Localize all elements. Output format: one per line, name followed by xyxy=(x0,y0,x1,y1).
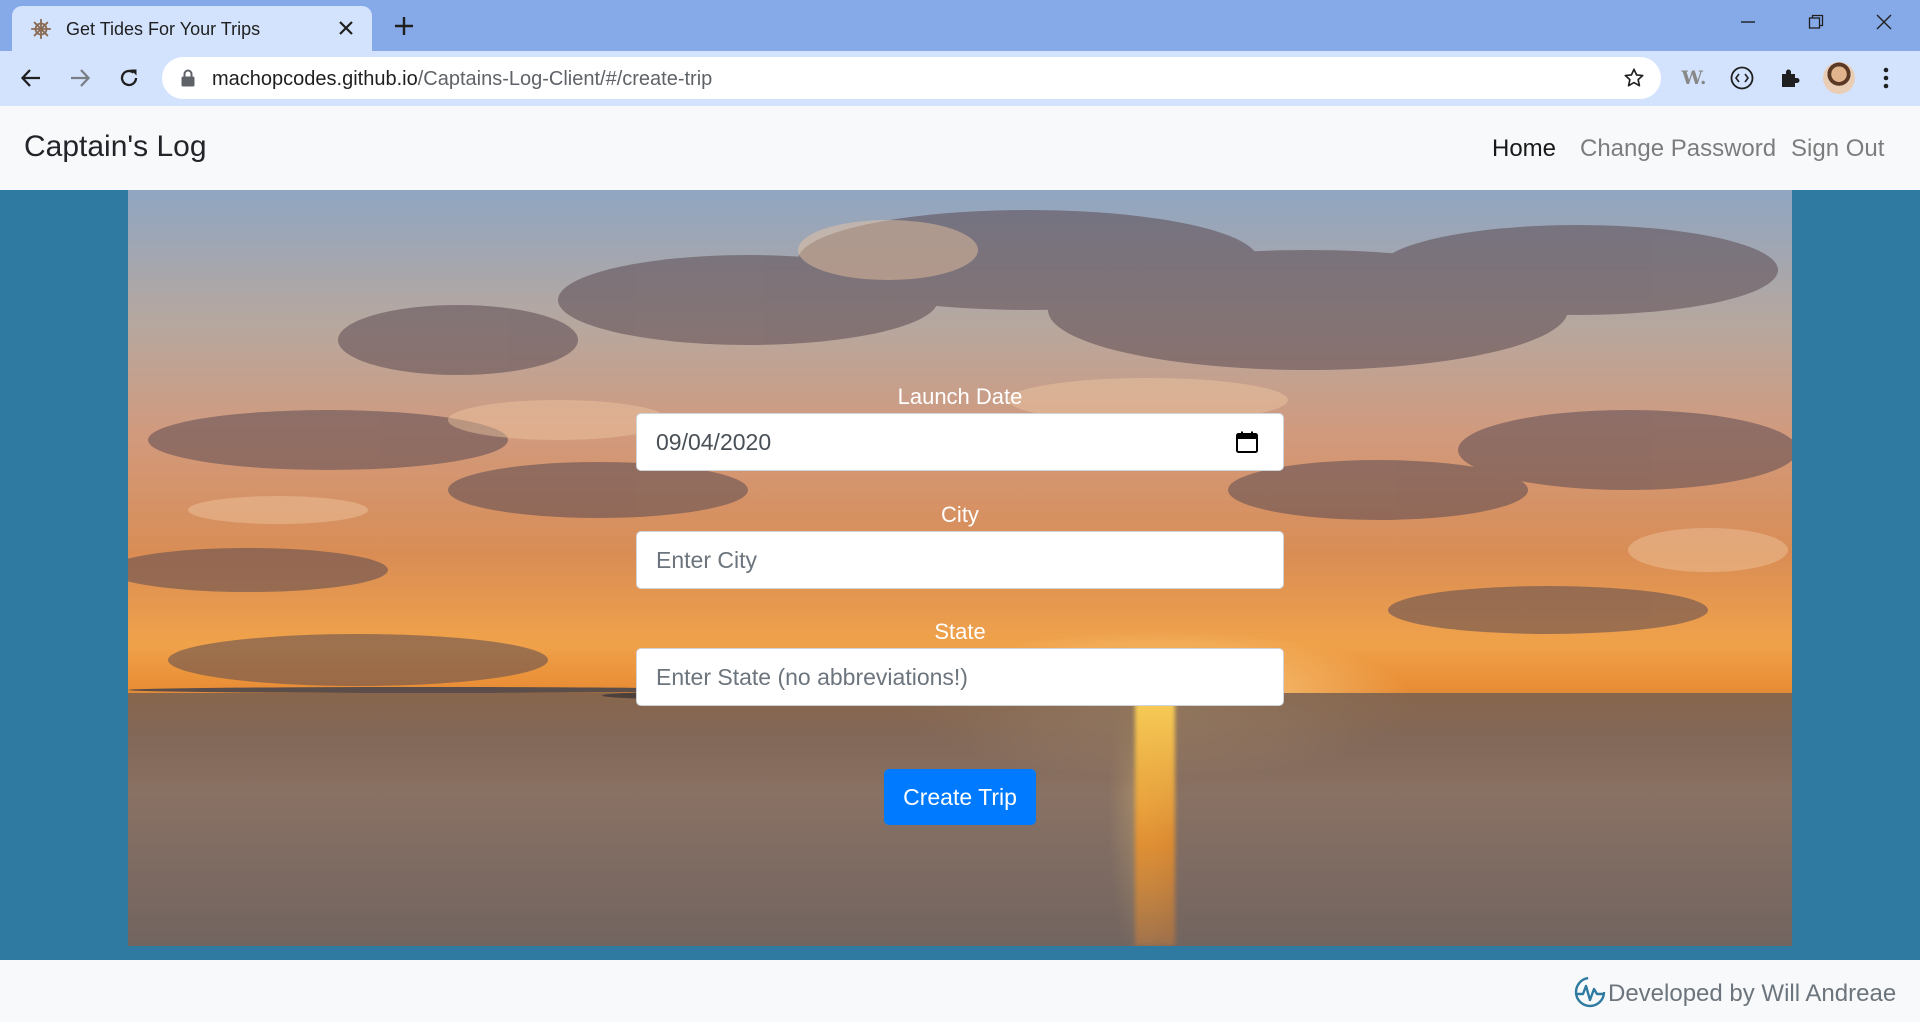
forward-arrow-icon[interactable] xyxy=(65,63,95,93)
nav-home-link[interactable]: Home xyxy=(1492,135,1556,163)
state-label: State xyxy=(934,619,986,644)
tab-title: Get Tides For Your Trips xyxy=(66,19,261,39)
url-text: machopcodes.github.io/Captains-Log-Clien… xyxy=(212,68,712,91)
launch-date-label: Launch Date xyxy=(897,384,1023,409)
create-trip-button[interactable]: Create Trip xyxy=(884,769,1036,825)
city-label: City xyxy=(941,502,979,527)
browser-tab[interactable]: Get Tides For Your Trips xyxy=(12,6,372,51)
reload-icon[interactable] xyxy=(114,63,144,93)
launch-date-input[interactable]: 09/04/2020 xyxy=(636,413,1284,471)
developer-logo-icon xyxy=(1574,976,1606,1008)
browser-toolbar: machopcodes.github.io/Captains-Log-Clien… xyxy=(0,51,1920,106)
footer-credit: Developed by Will Andreae xyxy=(1608,980,1897,1007)
extension-w-icon[interactable]: W. xyxy=(1679,63,1709,93)
ship-wheel-icon xyxy=(30,18,52,40)
extensions-puzzle-icon[interactable] xyxy=(1775,63,1805,93)
back-arrow-icon[interactable] xyxy=(16,63,46,93)
calendar-icon[interactable] xyxy=(1235,430,1259,454)
nav-sign-out-link[interactable]: Sign Out xyxy=(1791,135,1884,163)
app-navbar: Captain's Log Home Change Password Sign … xyxy=(0,106,1920,190)
city-placeholder: Enter City xyxy=(656,547,757,573)
close-window-icon[interactable] xyxy=(1867,8,1901,36)
extension-w-label: W. xyxy=(1681,67,1707,89)
sun-reflection-decoration xyxy=(1134,688,1175,946)
address-bar[interactable]: machopcodes.github.io/Captains-Log-Clien… xyxy=(162,57,1661,99)
restore-window-icon[interactable] xyxy=(1799,8,1833,36)
city-input[interactable]: Enter City xyxy=(636,531,1284,589)
launch-date-value: 09/04/2020 xyxy=(656,429,772,455)
extension-code-icon[interactable] xyxy=(1727,63,1757,93)
page-footer: Developed by Will Andreae xyxy=(0,960,1920,1022)
lock-icon xyxy=(181,69,195,87)
nav-change-password-link[interactable]: Change Password xyxy=(1580,135,1776,163)
tab-close-icon[interactable] xyxy=(334,16,358,40)
state-placeholder: Enter State (no abbreviations!) xyxy=(656,664,968,690)
url-path: /Captains-Log-Client/#/create-trip xyxy=(417,68,713,90)
new-tab-plus-icon[interactable] xyxy=(390,12,418,40)
create-trip-form: Launch Date 09/04/2020 City Enter City S… xyxy=(636,380,1284,825)
state-input[interactable]: Enter State (no abbreviations!) xyxy=(636,648,1284,706)
minimize-window-icon[interactable] xyxy=(1731,8,1765,36)
brand-title[interactable]: Captain's Log xyxy=(24,130,207,164)
bookmark-star-icon[interactable] xyxy=(1623,67,1645,89)
browser-tab-strip: Get Tides For Your Trips xyxy=(0,0,1920,51)
url-host: machopcodes.github.io xyxy=(212,68,418,90)
profile-avatar[interactable] xyxy=(1823,62,1855,94)
browser-menu-icon[interactable] xyxy=(1871,63,1901,93)
